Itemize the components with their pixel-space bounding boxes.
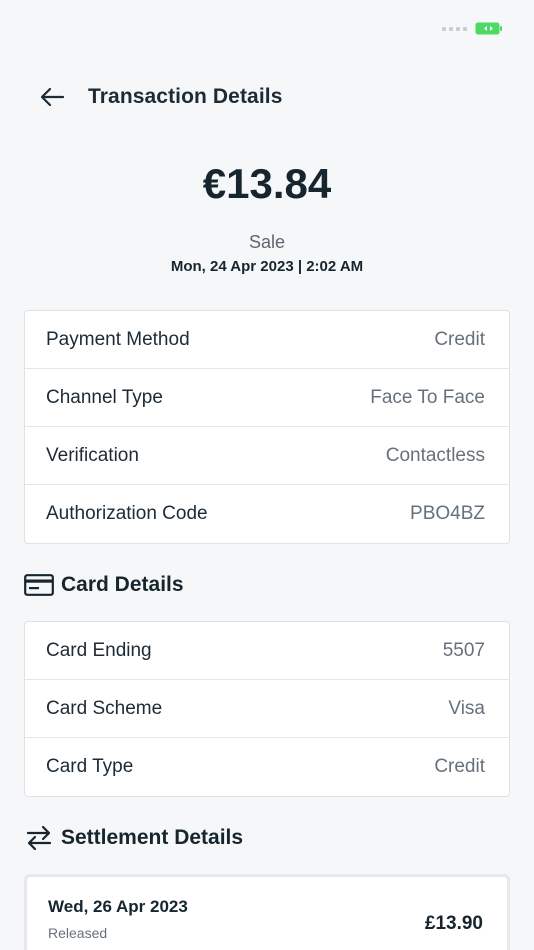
swap-arrows-icon [24,825,54,851]
back-button[interactable] [38,83,66,111]
authorization-code-row: Authorization Code PBO4BZ [25,485,509,543]
settlement-details-heading: Settlement Details [24,823,243,853]
row-label: Card Ending [46,639,152,661]
row-value: Face To Face [370,386,485,408]
settlement-amount: £13.90 [424,913,483,934]
card-details-heading: Card Details [24,570,184,600]
settlement-status: Released [48,925,108,941]
row-value: Contactless [385,444,485,466]
top-bar: Transaction Details [38,80,504,114]
settlement-card[interactable]: Wed, 26 Apr 2023 Released £13.90 [24,874,510,950]
signal-icon [442,26,467,31]
row-value: PBO4BZ [410,503,485,524]
row-value: Credit [434,756,485,777]
row-label: Payment Method [46,328,190,350]
row-value: 5507 [442,639,485,661]
payment-info-list: Payment Method Credit Channel Type Face … [24,310,510,544]
battery-icon [475,22,502,35]
transaction-type: Sale [248,232,286,252]
card-scheme-row: Card Scheme Visa [25,680,509,738]
transaction-amount: €13.84 [202,160,332,207]
verification-row: Verification Contactless [25,427,509,485]
row-label: Card Scheme [46,697,163,719]
channel-type-row: Channel Type Face To Face [25,369,509,427]
transaction-datetime: Mon, 24 Apr 2023 | 2:02 AM [170,258,364,275]
arrow-left-icon [40,87,65,107]
card-details-list: Card Ending 5507 Card Scheme Visa Card T… [24,621,510,797]
settlement-date: Wed, 26 Apr 2023 [48,897,188,916]
row-value: Credit [434,328,485,350]
status-bar [442,22,502,35]
row-label: Authorization Code [46,503,208,524]
transaction-details-screen: Transaction Details €13.84 Sale Mon, 24 … [0,0,534,950]
row-value: Visa [448,697,485,719]
section-title: Card Details [61,573,184,596]
row-label: Card Type [46,756,134,777]
row-label: Verification [46,444,139,466]
payment-method-row: Payment Method Credit [25,311,509,369]
card-ending-row: Card Ending 5507 [25,622,509,680]
section-title: Settlement Details [61,826,244,849]
credit-card-icon [24,573,54,597]
card-type-row: Card Type Credit [25,738,509,796]
page-title: Transaction Details [88,85,283,108]
row-label: Channel Type [46,386,163,408]
